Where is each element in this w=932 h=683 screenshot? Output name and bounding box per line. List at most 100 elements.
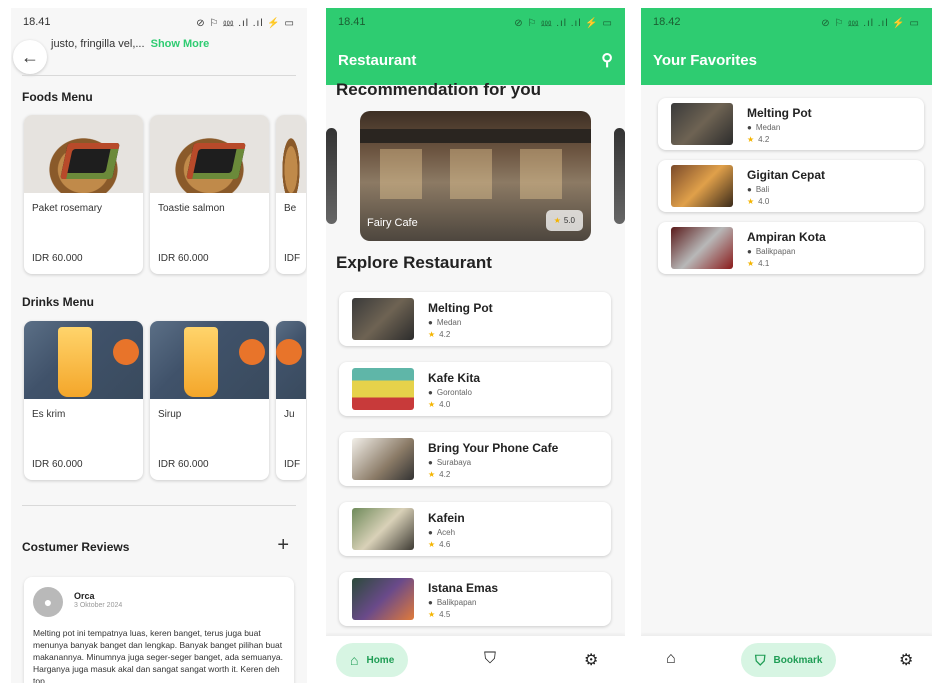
restaurant-name: Kafe Kita bbox=[428, 371, 481, 385]
restaurant-card[interactable]: Kafein ● Aceh ★ 4.6 bbox=[339, 502, 611, 556]
restaurant-city: ● Medan bbox=[428, 318, 461, 327]
menu-price: IDF bbox=[284, 459, 301, 470]
city-text: Bali bbox=[755, 185, 770, 194]
bottom-navigation: ⌂ Home ⛉ ⚙ bbox=[326, 635, 625, 683]
menu-name: Sirup bbox=[158, 409, 182, 420]
restaurant-thumbnail bbox=[352, 438, 414, 480]
menu-price: IDR 60.000 bbox=[32, 459, 83, 470]
location-pin-icon: ● bbox=[428, 458, 433, 467]
show-more-link[interactable]: Show More bbox=[151, 38, 210, 50]
city-text: Medan bbox=[436, 318, 462, 327]
restaurant-detail-screen: 18.41 ⊘ ⚐ ⅏ .ıl .ıl ⚡ ▭ justo, fringilla… bbox=[11, 8, 307, 683]
favorite-card[interactable]: Gigitan Cepat ● Bali ★ 4.0 bbox=[658, 160, 924, 212]
app-header: 18.41 ⊘ ⚐ ⅏ .ıl .ıl ⚡ ▭ Restaurant ⚲ bbox=[326, 8, 625, 85]
home-icon: ⌂ bbox=[350, 652, 359, 668]
arrow-left-icon: ← bbox=[21, 46, 39, 67]
carousel-peek-right[interactable] bbox=[614, 128, 625, 224]
location-pin-icon: ● bbox=[428, 388, 433, 397]
star-icon: ★ bbox=[747, 197, 755, 206]
add-review-button[interactable]: + bbox=[277, 534, 289, 557]
app-title: Your Favorites bbox=[653, 51, 757, 69]
location-pin-icon: ● bbox=[747, 247, 752, 256]
hero-image-awning bbox=[360, 129, 591, 143]
menu-price: IDR 60.000 bbox=[158, 253, 209, 264]
carousel-peek-left[interactable] bbox=[326, 128, 337, 224]
description-snippet: justo, fringilla vel,... bbox=[51, 38, 145, 50]
nav-bookmark[interactable]: ⛉ Bookmark bbox=[741, 643, 837, 677]
rating-badge: ★ 5.0 bbox=[545, 210, 583, 231]
restaurant-thumbnail bbox=[352, 368, 414, 410]
restaurant-card[interactable]: Bring Your Phone Cafe ● Surabaya ★ 4.2 bbox=[339, 432, 611, 486]
restaurant-card[interactable]: Kafe Kita ● Gorontalo ★ 4.0 bbox=[339, 362, 611, 416]
rating-text: 4.2 bbox=[439, 330, 451, 339]
review-date: 3 Oktober 2024 bbox=[74, 602, 123, 609]
rating-text: 4.1 bbox=[758, 259, 770, 268]
description-text: justo, fringilla vel,... Show More bbox=[51, 38, 209, 50]
restaurant-thumbnail bbox=[352, 508, 414, 550]
restaurant-city: ● Balikpapan bbox=[428, 598, 476, 607]
app-bar: Your Favorites bbox=[641, 35, 932, 85]
customer-reviews-title: Costumer Reviews bbox=[22, 540, 130, 554]
star-icon: ★ bbox=[428, 470, 436, 479]
recommendation-card[interactable]: Fairy Cafe ★ 5.0 bbox=[360, 111, 591, 241]
description-header: justo, fringilla vel,... Show More ← bbox=[11, 35, 307, 75]
gear-icon[interactable]: ⚙ bbox=[584, 650, 598, 670]
status-time: 18.41 bbox=[338, 15, 366, 28]
drinks-menu-title: Drinks Menu bbox=[22, 295, 95, 309]
status-icons: ⊘ ⚐ ⅏ .ıl .ıl ⚡ ▭ bbox=[196, 17, 295, 29]
restaurant-rating: ★ 4.0 bbox=[747, 197, 769, 206]
drink-image bbox=[24, 321, 143, 399]
bookmark-icon[interactable]: ⛉ bbox=[484, 650, 496, 668]
restaurant-city: ● Surabaya bbox=[428, 458, 471, 467]
bookmark-icon: ⛉ bbox=[755, 651, 766, 668]
gear-icon[interactable]: ⚙ bbox=[899, 650, 913, 670]
favorite-card[interactable]: Ampiran Kota ● Balikpapan ★ 4.1 bbox=[658, 222, 924, 274]
location-pin-icon: ● bbox=[428, 318, 433, 327]
location-pin-icon: ● bbox=[428, 598, 433, 607]
restaurant-city: ● Medan bbox=[747, 123, 780, 132]
nav-home[interactable]: ⌂ Home bbox=[336, 643, 409, 677]
restaurant-card[interactable]: Istana Emas ● Balikpapan ★ 4.5 bbox=[339, 572, 611, 626]
restaurant-card[interactable]: Melting Pot ● Medan ★ 4.2 bbox=[339, 292, 611, 346]
home-icon[interactable]: ⌂ bbox=[666, 650, 676, 668]
status-bar: 18.41 ⊘ ⚐ ⅏ .ıl .ıl ⚡ ▭ bbox=[11, 8, 307, 35]
menu-card[interactable]: Ju IDF bbox=[276, 321, 306, 480]
food-image bbox=[24, 115, 143, 193]
rating-text: 4.5 bbox=[439, 610, 451, 619]
restaurant-rating: ★ 4.1 bbox=[747, 259, 769, 268]
restaurant-name: Melting Pot bbox=[428, 301, 493, 315]
drinks-menu-list[interactable]: Es krim IDR 60.000 Sirup IDR 60.000 Ju I… bbox=[24, 321, 306, 480]
menu-card[interactable]: Be IDF bbox=[276, 115, 306, 274]
back-button[interactable]: ← bbox=[13, 40, 47, 74]
app-title: Restaurant bbox=[338, 51, 417, 69]
review-text: Melting pot ini tempatnya luas, keren ba… bbox=[33, 628, 283, 683]
restaurant-rating: ★ 4.5 bbox=[428, 610, 450, 619]
city-text: Gorontalo bbox=[436, 388, 472, 397]
status-icons: ⊘ ⚐ ⅏ .ıl .ıl ⚡ ▭ bbox=[514, 17, 613, 29]
search-icon[interactable]: ⚲ bbox=[601, 50, 613, 70]
city-text: Medan bbox=[755, 123, 781, 132]
rating-value: 5.0 bbox=[563, 216, 575, 225]
plus-icon: + bbox=[277, 534, 289, 556]
menu-card[interactable]: Paket rosemary IDR 60.000 bbox=[24, 115, 143, 274]
menu-card[interactable]: Es krim IDR 60.000 bbox=[24, 321, 143, 480]
restaurant-name: Melting Pot bbox=[747, 106, 812, 120]
menu-card[interactable]: Sirup IDR 60.000 bbox=[150, 321, 269, 480]
city-text: Balikpapan bbox=[436, 598, 477, 607]
star-icon: ★ bbox=[428, 540, 436, 549]
favorite-card[interactable]: Melting Pot ● Medan ★ 4.2 bbox=[658, 98, 924, 150]
location-pin-icon: ● bbox=[428, 528, 433, 537]
restaurant-city: ● Gorontalo bbox=[428, 388, 472, 397]
menu-card[interactable]: Toastie salmon IDR 60.000 bbox=[150, 115, 269, 274]
nav-home-label: Home bbox=[366, 654, 395, 666]
restaurant-rating: ★ 4.2 bbox=[428, 470, 450, 479]
app-bar: Restaurant ⚲ bbox=[326, 35, 625, 85]
favorites-screen: 18.42 ⊘ ⚐ ⅏ .ıl .ıl ⚡ ▭ Your Favorites M… bbox=[641, 8, 932, 683]
star-icon: ★ bbox=[747, 259, 755, 268]
city-text: Balikpapan bbox=[755, 247, 796, 256]
foods-menu-list[interactable]: Paket rosemary IDR 60.000 Toastie salmon… bbox=[24, 115, 306, 274]
hero-image-window bbox=[380, 149, 422, 199]
menu-name: Paket rosemary bbox=[32, 203, 103, 214]
explore-title: Explore Restaurant bbox=[336, 253, 492, 272]
restaurant-list: Melting Pot ● Medan ★ 4.2 Kafe Kita ● Goron… bbox=[339, 292, 611, 642]
